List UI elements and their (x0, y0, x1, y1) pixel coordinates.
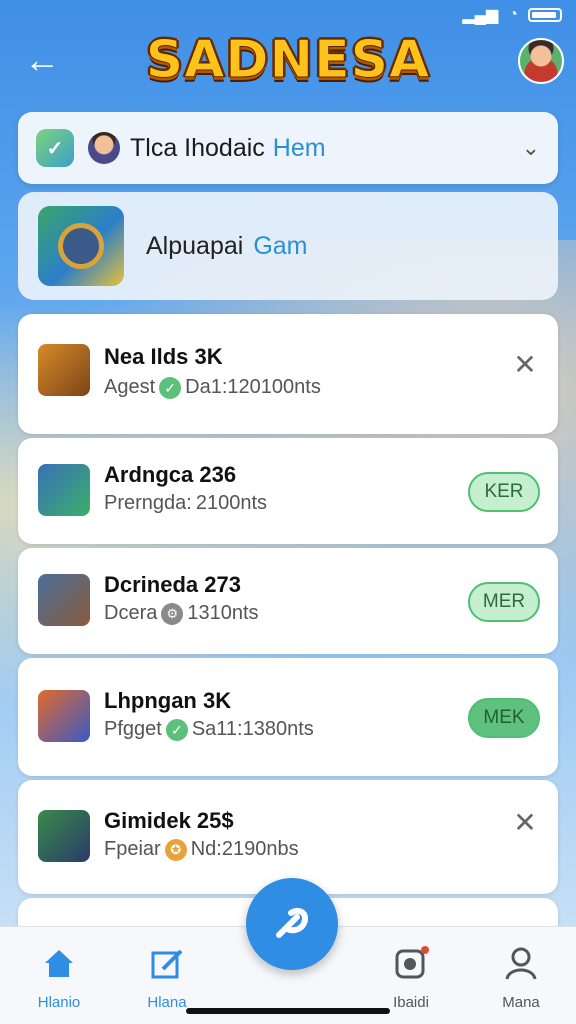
item-thumbnail (38, 344, 90, 396)
item-title: Nea Ilds 3K (104, 344, 223, 369)
item-title: Ardngca 236 (104, 462, 237, 487)
home-indicator (186, 1008, 390, 1014)
item-subtitle: Pfgget ✓ Sa11:1380nts (104, 718, 314, 741)
selector-accent: Hem (272, 133, 326, 162)
avatar[interactable] (518, 38, 564, 84)
item-title: Gimidek 25$ (104, 808, 234, 833)
list-item[interactable]: Dcrineda 273 Dcera ⚙ 1310nts MER (18, 548, 558, 654)
item-sub-value: Sa11:1380nts (191, 718, 314, 740)
item-sub-prefix: Pfgget (104, 718, 162, 740)
item-sub-prefix: Agest (104, 376, 156, 398)
account-selector[interactable]: ✓ Tlca Ihodaic Hem ⌄ (18, 112, 558, 184)
badge-icon: ⚙ (161, 602, 184, 625)
game-card[interactable]: Alpuapai Gam (18, 192, 558, 300)
app-title: SADNESA (145, 30, 431, 91)
nav-item-edit[interactable]: Hlana (122, 943, 212, 1011)
item-subtitle: Dcera ⚙ 1310nts (104, 602, 259, 625)
item-title: Dcrineda 273 (104, 572, 241, 597)
nav-label: Mana (502, 994, 540, 1011)
item-sub-prefix: Prerngda: (104, 492, 192, 514)
app-logo-icon: ✓ (36, 129, 74, 167)
camera-icon (395, 946, 429, 979)
item-thumbnail (38, 464, 90, 516)
game-icon (38, 206, 124, 286)
user-avatar-icon (88, 132, 120, 164)
list-item[interactable]: Nea Ilds 3K Agest ✓ Da1:120100nts ✕ (18, 314, 558, 434)
item-thumbnail (38, 574, 90, 626)
item-thumbnail (38, 810, 90, 862)
action-button[interactable]: MER (468, 582, 540, 622)
game-accent: Gam (253, 231, 308, 260)
nav-label: Hlanio (37, 994, 81, 1011)
list-item[interactable]: Gimidek 25$ Fpeiar ✪ Nd:2190nbs ✕ (18, 780, 558, 894)
item-sub-prefix: Fpeiar (104, 838, 161, 860)
item-sub-value: 2100nts (195, 492, 268, 514)
item-subtitle: Fpeiar ✪ Nd:2190nbs (104, 838, 299, 861)
close-icon[interactable]: ✕ (510, 348, 540, 381)
nav-item-home[interactable]: Hlanio (14, 943, 104, 1011)
header: ← SADNESA (0, 30, 576, 110)
status-bar: ▂▄▆ ◔ (0, 0, 576, 30)
feather-icon (276, 907, 309, 938)
item-sub-value: 1310nts (187, 602, 259, 624)
item-sub-value: Da1:120100nts (185, 376, 321, 398)
fab-button[interactable] (246, 878, 338, 970)
selector-label: Tlca Ihodaic (130, 133, 265, 162)
list-item[interactable]: Ardngca 236 Prerngda: 2100nts KER (18, 438, 558, 544)
coin-icon: ✪ (164, 838, 187, 861)
signal-icon: ▂▄▆ (462, 7, 499, 24)
list-item[interactable]: Lhpngan 3K Pfgget ✓ Sa11:1380nts MEK (18, 658, 558, 776)
item-thumbnail (38, 690, 90, 742)
action-button[interactable]: KER (468, 472, 540, 512)
battery-icon (528, 8, 562, 22)
item-sub-prefix: Dcera (104, 602, 158, 624)
close-icon[interactable]: ✕ (510, 806, 540, 839)
nav-item-profile[interactable]: Mana (476, 943, 566, 1011)
item-subtitle: Prerngda: 2100nts (104, 492, 267, 515)
check-icon: ✓ (159, 376, 182, 399)
chevron-down-icon[interactable]: ⌄ (522, 135, 540, 161)
game-name: Alpuapai (146, 231, 244, 260)
wifi-icon: ◔ (508, 6, 518, 23)
user-icon (505, 947, 537, 980)
edit-icon (151, 949, 183, 979)
item-subtitle: Agest ✓ Da1:120100nts (104, 376, 321, 399)
nav-item-camera[interactable]: Ibaidi (366, 943, 456, 1011)
item-sub-value: Nd:2190nbs (190, 838, 299, 860)
check-icon: ✓ (165, 718, 188, 741)
action-button[interactable]: MEK (468, 698, 540, 738)
item-title: Lhpngan 3K (104, 688, 232, 713)
home-icon (45, 950, 73, 977)
